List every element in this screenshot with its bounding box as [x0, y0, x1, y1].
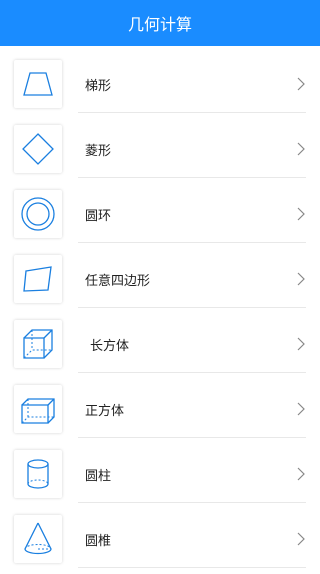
divider — [78, 242, 306, 243]
trapezoid-icon — [14, 60, 62, 108]
cylinder-icon — [14, 450, 62, 498]
cone-icon — [14, 515, 62, 563]
item-label: 圆柱 — [85, 468, 112, 484]
item-label: 圆环 — [85, 208, 112, 224]
divider — [78, 177, 306, 178]
chevron-right-icon — [296, 249, 306, 309]
divider — [78, 567, 306, 568]
list-item-cuboid[interactable]: 长方体 — [0, 314, 320, 379]
list-item-rhombus[interactable]: 菱形 — [0, 119, 320, 184]
list-item-cube[interactable]: 正方体 — [0, 379, 320, 444]
list-item-cylinder[interactable]: 圆柱 — [0, 444, 320, 509]
chevron-right-icon — [296, 379, 306, 439]
list-item-trapezoid[interactable]: 梯形 — [0, 54, 320, 119]
cuboid-icon — [14, 320, 62, 368]
item-label: 梯形 — [85, 78, 112, 94]
chevron-right-icon — [296, 314, 306, 374]
quadrilateral-icon — [14, 255, 62, 303]
list-item-ring[interactable]: 圆环 — [0, 184, 320, 249]
item-label: 长方体 — [90, 338, 130, 354]
shape-list: 梯形 菱形 圆环 任意四边形 长方体 正方体 圆柱 圆椎 — [0, 46, 320, 574]
list-item-cone[interactable]: 圆椎 — [0, 509, 320, 574]
page-title: 几何计算 — [127, 15, 192, 34]
chevron-right-icon — [296, 119, 306, 179]
cube-icon — [14, 385, 62, 433]
ring-icon — [14, 190, 62, 238]
item-label: 菱形 — [85, 143, 112, 159]
chevron-right-icon — [296, 509, 306, 569]
divider — [78, 372, 306, 373]
app-header: 几何计算 — [0, 0, 320, 46]
divider — [78, 112, 306, 113]
chevron-right-icon — [296, 54, 306, 114]
item-label: 圆椎 — [85, 533, 112, 549]
divider — [78, 307, 306, 308]
item-label: 任意四边形 — [85, 273, 151, 289]
item-label: 正方体 — [85, 403, 125, 419]
list-item-quadrilateral[interactable]: 任意四边形 — [0, 249, 320, 314]
chevron-right-icon — [296, 444, 306, 504]
rhombus-icon — [14, 125, 62, 173]
chevron-right-icon — [296, 184, 306, 244]
divider — [78, 502, 306, 503]
divider — [78, 437, 306, 438]
